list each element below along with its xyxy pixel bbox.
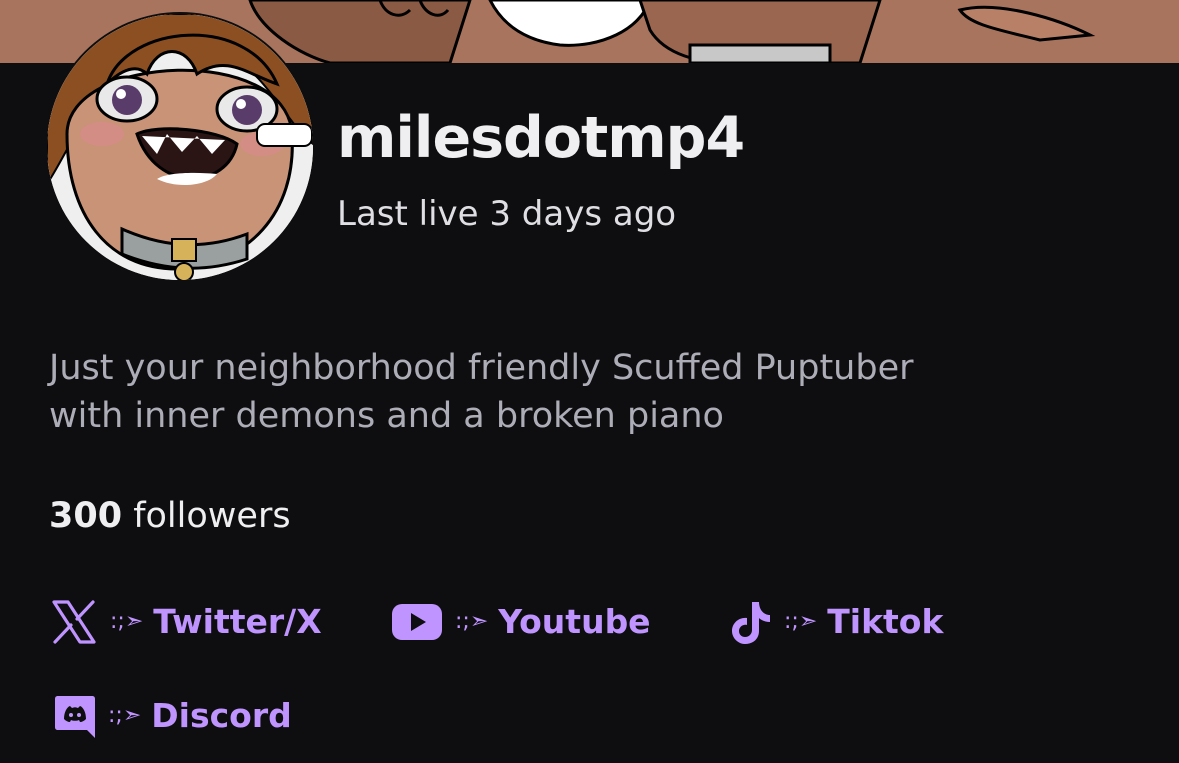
link-arrow: :;➣	[108, 703, 142, 728]
followers-label: followers	[122, 496, 291, 536]
x-twitter-icon	[50, 598, 98, 646]
social-link-label: Youtube	[498, 602, 651, 641]
youtube-icon	[391, 598, 443, 646]
social-link-tiktok[interactable]: :;➣ Tiktok	[730, 598, 943, 646]
tiktok-icon	[730, 598, 772, 646]
channel-name: milesdotmp4	[337, 105, 745, 171]
social-link-discord[interactable]: :;➣ Discord	[54, 692, 292, 740]
link-arrow: :;➣	[110, 609, 144, 634]
last-live-status: Last live 3 days ago	[337, 194, 677, 234]
followers-count: 300 followers	[49, 493, 291, 539]
link-arrow: :;➣	[784, 609, 818, 634]
social-link-youtube[interactable]: :;➣ Youtube	[391, 598, 651, 646]
social-link-label: Twitter/X	[153, 602, 322, 641]
link-arrow: :;➣	[455, 609, 489, 634]
social-link-label: Tiktok	[827, 602, 944, 641]
followers-number: 300	[49, 496, 123, 536]
social-link-label: Discord	[151, 696, 292, 735]
bio-line-2: with inner demons and a broken piano	[49, 396, 724, 436]
channel-bio: Just your neighborhood friendly Scuffed …	[49, 344, 1109, 440]
social-link-twitter[interactable]: :;➣ Twitter/X	[50, 598, 322, 646]
discord-icon	[54, 692, 96, 740]
channel-avatar[interactable]	[47, 14, 313, 280]
bio-line-1: Just your neighborhood friendly Scuffed …	[49, 348, 914, 388]
